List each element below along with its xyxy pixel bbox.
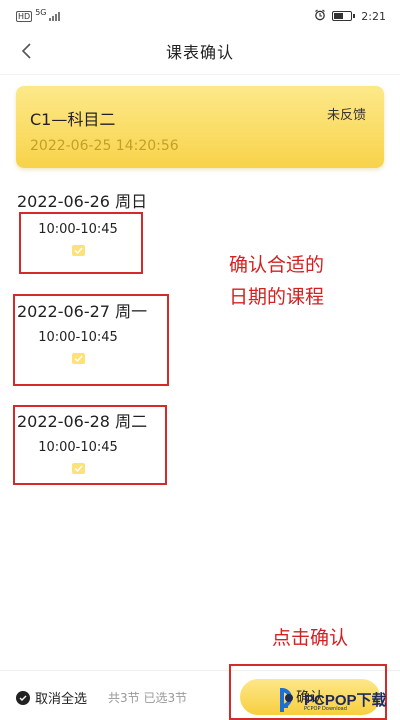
day-date: 2022-06-27 周一 bbox=[17, 302, 148, 321]
hd-badge: HD bbox=[16, 10, 33, 22]
nav-divider bbox=[0, 74, 400, 75]
back-button[interactable] bbox=[14, 38, 40, 64]
check-circle-icon[interactable] bbox=[16, 690, 30, 705]
checkbox-icon[interactable] bbox=[71, 353, 85, 364]
pcpop-logo-icon bbox=[280, 687, 293, 712]
confirm-annotation: 点击确认 bbox=[272, 627, 349, 649]
hint-annotation-line1: 确认合适的 bbox=[229, 254, 325, 276]
watermark-sub: PCPOP Download bbox=[304, 706, 347, 712]
day-date: 2022-06-26 周日 bbox=[17, 192, 148, 211]
day-date: 2022-06-28 周二 bbox=[17, 412, 148, 431]
schedule-card[interactable]: C1—科目二 未反馈 2022-06-25 14:20:56 bbox=[16, 86, 384, 168]
status-right: 2:21 bbox=[314, 9, 386, 24]
network-label: 5G bbox=[35, 7, 47, 17]
watermark-logo: PCPOP下载 PCPOP Download bbox=[276, 678, 400, 720]
slot-time: 10:00-10:45 bbox=[38, 440, 118, 455]
signal-icon bbox=[49, 11, 61, 21]
status-badge: 未反馈 bbox=[326, 108, 366, 123]
status-time: 2:21 bbox=[361, 9, 386, 23]
deselect-all-label: 取消全选 bbox=[35, 692, 88, 707]
hint-annotation-line2: 日期的课程 bbox=[229, 286, 325, 308]
alarm-icon bbox=[314, 9, 326, 24]
time-slot[interactable]: 10:00-10:45 bbox=[26, 320, 130, 370]
deselect-all-toggle[interactable]: 取消全选 bbox=[16, 688, 87, 707]
nav-bar: 课表确认 bbox=[0, 32, 400, 70]
page-title: 课表确认 bbox=[165, 43, 234, 62]
selection-count: 共3节 已选3节 bbox=[108, 691, 188, 705]
checkbox-icon[interactable] bbox=[71, 463, 85, 474]
battery-icon bbox=[332, 11, 356, 21]
slot-time: 10:00-10:45 bbox=[38, 222, 118, 237]
time-slot[interactable]: 10:00-10:45 bbox=[26, 430, 130, 480]
status-left: HD 5G bbox=[16, 7, 61, 22]
card-title: C1—科目二 bbox=[30, 110, 116, 129]
back-arrow-icon[interactable] bbox=[20, 42, 34, 60]
checkbox-icon[interactable] bbox=[71, 245, 85, 256]
time-slot[interactable]: 10:00-10:45 bbox=[26, 212, 130, 262]
status-bar: HD 5G 2:21 bbox=[0, 0, 400, 32]
card-time: 2022-06-25 14:20:56 bbox=[30, 138, 179, 154]
slot-time: 10:00-10:45 bbox=[38, 330, 118, 345]
